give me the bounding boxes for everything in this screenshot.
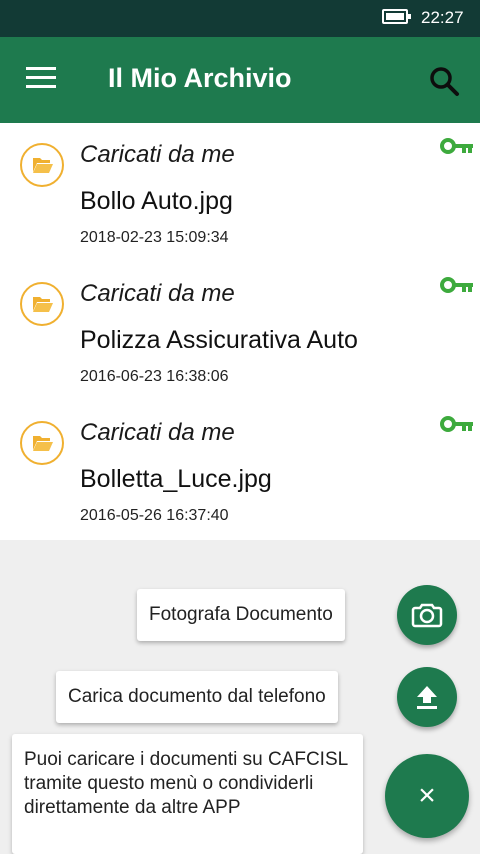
- item-date: 2016-06-23 16:38:06: [80, 368, 229, 385]
- folder-open-icon: [20, 421, 64, 465]
- key-icon: [440, 276, 474, 299]
- folder-open-icon: [20, 143, 64, 187]
- list-item[interactable]: Caricati da me Bolletta_Luce.jpg 2016-05…: [0, 401, 480, 540]
- list-item[interactable]: Caricati da me Bollo Auto.jpg 2018-02-23…: [0, 123, 480, 262]
- photo-document-label[interactable]: Fotografa Documento: [137, 589, 345, 641]
- item-name: Bolletta_Luce.jpg: [80, 465, 272, 493]
- battery-icon: [382, 9, 411, 24]
- folder-open-icon: [20, 282, 64, 326]
- item-date: 2018-02-23 15:09:34: [80, 229, 229, 246]
- item-date: 2016-05-26 16:37:40: [80, 507, 229, 524]
- item-owner: Caricati da me: [80, 141, 235, 168]
- file-list: Caricati da me Bollo Auto.jpg 2018-02-23…: [0, 123, 480, 540]
- item-owner: Caricati da me: [80, 280, 235, 307]
- page-title: Il Mio Archivio: [108, 63, 292, 93]
- upload-button[interactable]: [397, 667, 457, 727]
- status-bar: 22:27: [0, 0, 480, 37]
- item-owner: Caricati da me: [80, 419, 235, 446]
- hint-tooltip: Puoi caricare i documenti su CAFCISL tra…: [12, 734, 363, 854]
- menu-icon[interactable]: [26, 67, 58, 93]
- key-icon: [440, 137, 474, 160]
- camera-icon: [411, 603, 443, 628]
- app-bar: Il Mio Archivio: [0, 37, 480, 123]
- search-icon[interactable]: [428, 65, 462, 99]
- upload-icon: [417, 686, 437, 709]
- camera-button[interactable]: [397, 585, 457, 645]
- item-name: Bollo Auto.jpg: [80, 187, 233, 215]
- key-icon: [440, 415, 474, 438]
- list-item[interactable]: Caricati da me Polizza Assicurativa Auto…: [0, 262, 480, 401]
- status-time: 22:27: [421, 8, 464, 27]
- item-name: Polizza Assicurativa Auto: [80, 326, 358, 354]
- upload-document-label[interactable]: Carica documento dal telefono: [56, 671, 338, 723]
- close-icon: ×: [418, 779, 436, 812]
- close-fab-button[interactable]: ×: [385, 754, 469, 838]
